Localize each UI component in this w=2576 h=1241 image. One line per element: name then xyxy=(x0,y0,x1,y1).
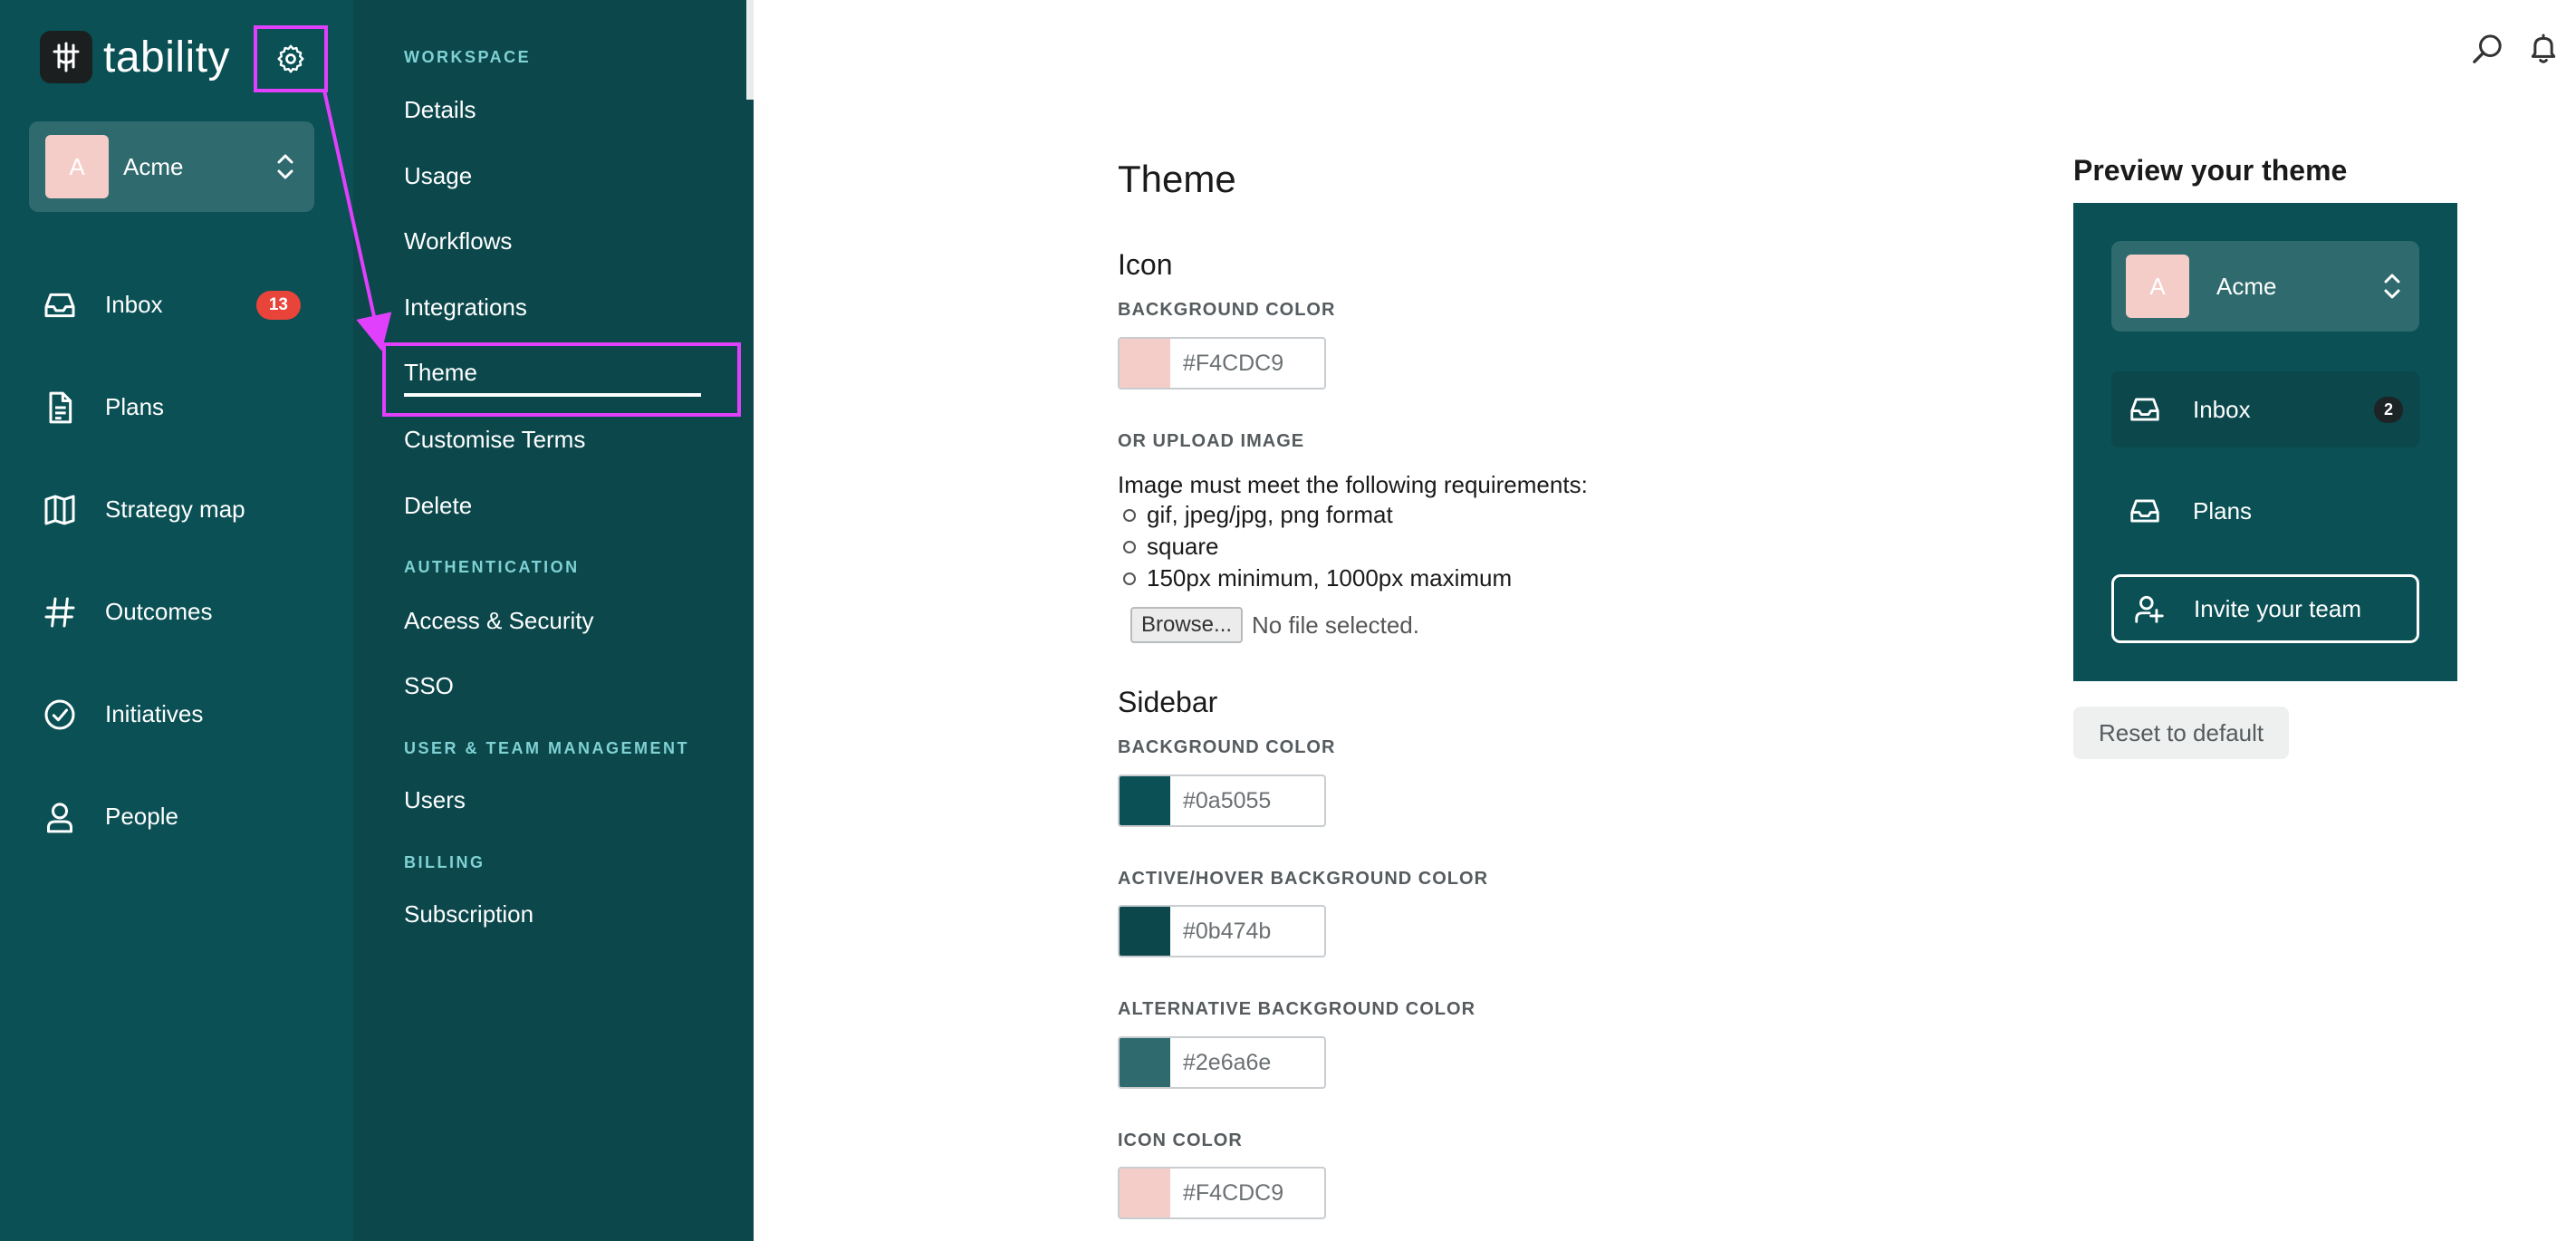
map-icon xyxy=(42,492,78,528)
person-icon xyxy=(42,799,78,835)
sidebar-bg-color-input[interactable]: #0a5055 xyxy=(1118,774,1326,827)
active-indicator xyxy=(404,393,701,397)
document-icon xyxy=(42,390,78,426)
nav-label: Outcomes xyxy=(105,598,213,625)
settings-item-workflows[interactable]: Workflows xyxy=(404,227,512,255)
settings-item-customise-terms[interactable]: Customise Terms xyxy=(404,426,585,454)
upload-label: OR UPLOAD IMAGE xyxy=(1118,431,1305,451)
preview-invite-label: Invite your team xyxy=(2194,594,2361,622)
reset-to-default-button[interactable]: Reset to default xyxy=(2073,707,2290,759)
settings-item-integrations[interactable]: Integrations xyxy=(404,293,527,322)
settings-item-access-security[interactable]: Access & Security xyxy=(404,607,594,635)
nav-item-strategy-map[interactable]: Strategy map xyxy=(0,458,353,561)
sidebar-bg-label: BACKGROUND COLOR xyxy=(1118,737,1336,757)
list-item: 150px minimum, 1000px maximum xyxy=(1118,563,1512,594)
nav-label: Initiatives xyxy=(105,700,204,727)
section-heading-billing: BILLING xyxy=(404,853,485,871)
theme-preview: A Acme Inbox 2 Plans Invite your team xyxy=(2073,203,2457,681)
theme-highlight-box xyxy=(382,342,741,417)
nav-label: Inbox xyxy=(105,291,163,318)
file-status: No file selected. xyxy=(1252,611,1419,639)
bell-icon[interactable] xyxy=(2525,31,2562,67)
color-value[interactable]: #F4CDC9 xyxy=(1170,1169,1324,1217)
settings-item-delete[interactable]: Delete xyxy=(404,492,472,520)
color-swatch[interactable] xyxy=(1120,907,1170,956)
preview-title: Preview your theme xyxy=(2073,154,2348,187)
preview-inbox-row: Inbox 2 xyxy=(2111,371,2419,447)
settings-item-usage[interactable]: Usage xyxy=(404,162,472,190)
workspace-avatar: A xyxy=(45,135,109,198)
nav-item-initiatives[interactable]: Initiatives xyxy=(0,663,353,765)
settings-nav: WORKSPACE Details Usage Workflows Integr… xyxy=(353,0,754,1241)
color-swatch[interactable] xyxy=(1120,339,1170,388)
settings-button[interactable] xyxy=(254,25,328,92)
chevron-updown-icon xyxy=(2384,274,2400,299)
gear-icon xyxy=(277,44,304,73)
logo[interactable]: tability xyxy=(40,31,230,83)
nav-item-people[interactable]: People xyxy=(0,765,353,868)
preview-workspace-switcher: A Acme xyxy=(2111,241,2419,332)
nav-item-plans[interactable]: Plans xyxy=(0,356,353,458)
preview-plans-row: Plans xyxy=(2111,473,2419,549)
hash-icon xyxy=(42,594,78,630)
nav-label: Plans xyxy=(105,393,165,420)
inbox-icon xyxy=(42,287,78,323)
inbox-icon xyxy=(2130,499,2159,523)
settings-item-users[interactable]: Users xyxy=(404,786,466,814)
check-circle-icon xyxy=(42,697,78,733)
icon-color-input[interactable]: #F4CDC9 xyxy=(1118,1167,1326,1219)
workspace-switcher[interactable]: A Acme xyxy=(29,121,314,212)
requirements-intro: Image must meet the following requiremen… xyxy=(1118,471,1588,498)
preview-inbox-label: Inbox xyxy=(2193,395,2251,423)
sidebar-section-title: Sidebar xyxy=(1118,686,1218,718)
color-swatch[interactable] xyxy=(1120,1038,1170,1087)
icon-section-title: Icon xyxy=(1118,248,1173,281)
list-item: square xyxy=(1118,531,1512,563)
settings-item-sso[interactable]: SSO xyxy=(404,672,454,700)
workspace-name: Acme xyxy=(123,152,184,180)
icon-color-label: ICON COLOR xyxy=(1118,1130,1243,1150)
main-sidebar: tability A Acme Inbox 13 Plans Strategy … xyxy=(0,0,353,1241)
alt-bg-color-input[interactable]: #2e6a6e xyxy=(1118,1036,1326,1089)
page-title: Theme xyxy=(1118,158,1236,200)
section-heading-user-team: USER & TEAM MANAGEMENT xyxy=(404,739,689,757)
list-item: gif, jpeg/jpg, png format xyxy=(1118,499,1512,531)
browse-button[interactable]: Browse... xyxy=(1130,607,1244,643)
nav-item-inbox[interactable]: Inbox 13 xyxy=(0,254,353,356)
app-name: tability xyxy=(103,33,231,82)
preview-avatar: A xyxy=(2126,255,2189,318)
chevron-updown-icon xyxy=(277,154,293,179)
icon-bg-color-input[interactable]: #F4CDC9 xyxy=(1118,337,1326,390)
color-value[interactable]: #0a5055 xyxy=(1170,776,1324,825)
preview-plans-label: Plans xyxy=(2193,496,2253,524)
active-hover-bg-label: ACTIVE/HOVER BACKGROUND COLOR xyxy=(1118,869,1489,889)
section-heading-authentication: AUTHENTICATION xyxy=(404,558,580,576)
color-swatch[interactable] xyxy=(1120,776,1170,825)
active-hover-bg-color-input[interactable]: #0b474b xyxy=(1118,905,1326,957)
nav-label: People xyxy=(105,803,178,830)
icon-bg-label: BACKGROUND COLOR xyxy=(1118,300,1336,320)
color-value[interactable]: #0b474b xyxy=(1170,907,1324,956)
preview-invite-button: Invite your team xyxy=(2111,574,2419,643)
preview-workspace-name: Acme xyxy=(2216,272,2277,300)
main-nav: Inbox 13 Plans Strategy map Outcomes Ini… xyxy=(0,254,353,868)
color-value[interactable]: #F4CDC9 xyxy=(1170,339,1324,388)
settings-item-subscription[interactable]: Subscription xyxy=(404,900,533,928)
add-user-icon xyxy=(2135,595,2164,623)
preview-inbox-badge: 2 xyxy=(2373,396,2403,423)
search-icon[interactable] xyxy=(2469,31,2505,67)
nav-item-outcomes[interactable]: Outcomes xyxy=(0,561,353,663)
alt-bg-label: ALTERNATIVE BACKGROUND COLOR xyxy=(1118,999,1476,1019)
color-swatch[interactable] xyxy=(1120,1169,1170,1217)
color-value[interactable]: #2e6a6e xyxy=(1170,1038,1324,1087)
section-heading-workspace: WORKSPACE xyxy=(404,48,532,66)
nav-label: Strategy map xyxy=(105,495,245,523)
inbox-count-badge: 13 xyxy=(255,290,301,320)
tability-logo-icon xyxy=(40,31,92,83)
scrollbar[interactable] xyxy=(746,0,754,100)
requirements-list: gif, jpeg/jpg, png format square 150px m… xyxy=(1118,499,1512,594)
inbox-icon xyxy=(2130,398,2159,421)
settings-item-details[interactable]: Details xyxy=(404,96,476,124)
